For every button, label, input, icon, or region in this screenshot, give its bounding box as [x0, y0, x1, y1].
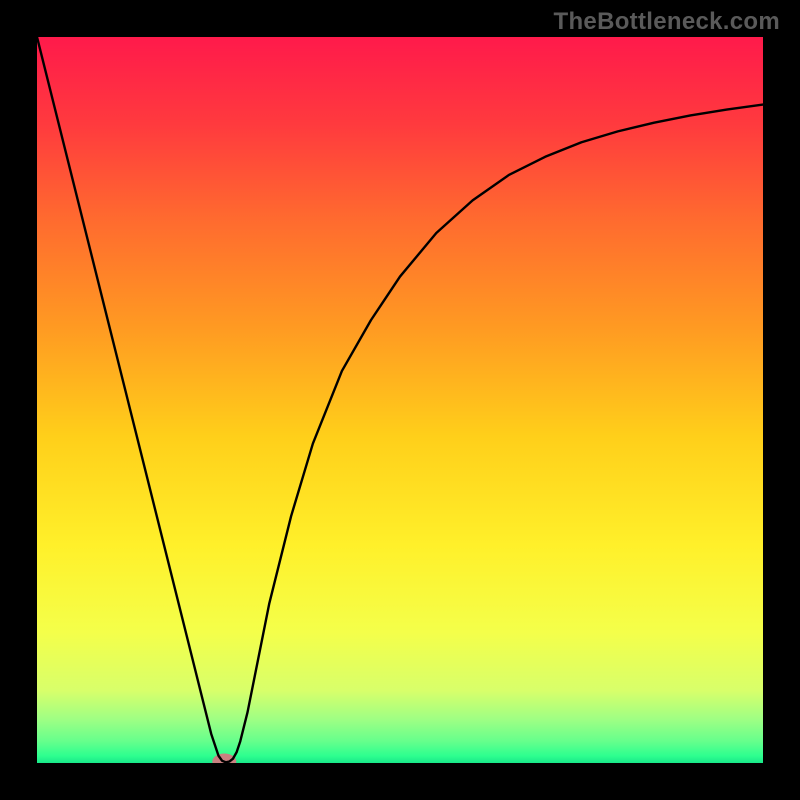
watermark-text: TheBottleneck.com [554, 8, 780, 36]
chart-stage: TheBottleneck.com [0, 0, 800, 800]
plot-area [37, 37, 763, 763]
chart-svg [37, 37, 763, 763]
gradient-background [37, 37, 763, 763]
